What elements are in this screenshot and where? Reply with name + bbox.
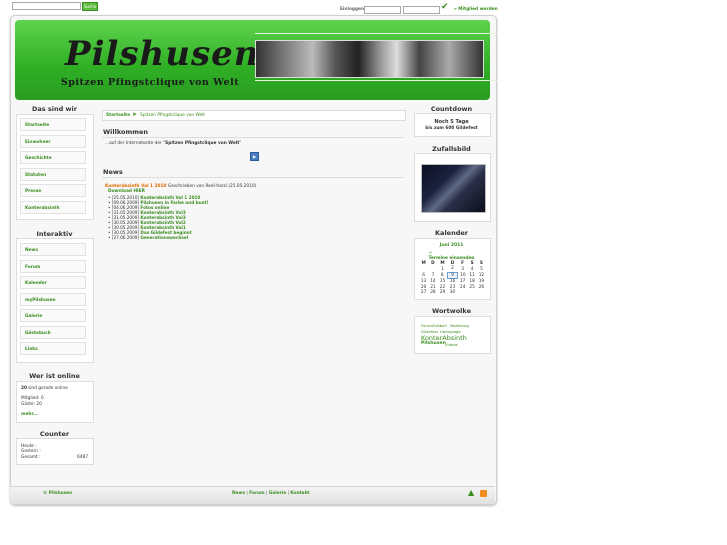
- register-link[interactable]: » Mitglied werden: [454, 7, 498, 12]
- tag-forum[interactable]: Forum: [421, 323, 433, 328]
- sidebar-item-statuten[interactable]: Statuten: [20, 167, 86, 181]
- footer-separator: |: [246, 491, 248, 496]
- login-label: Einloggen: [340, 7, 365, 12]
- countdown-target: bis zum 600 Gildefest: [425, 126, 478, 131]
- footer-copyright[interactable]: © Pilshusen: [43, 491, 72, 496]
- tag-fussball[interactable]: Fußball: [433, 323, 447, 328]
- counter-yesterday-label: Gestern :: [21, 449, 41, 454]
- calendar-day: [467, 290, 476, 296]
- calendar-day: [477, 290, 486, 296]
- breadcrumb-current: Spitzen Pfingstclique von Welt: [140, 113, 205, 118]
- footer-link-galerie[interactable]: Galerie: [269, 491, 286, 496]
- footer-separator: |: [266, 491, 268, 496]
- tag-pilshusen[interactable]: Pilshusen: [421, 341, 446, 346]
- breadcrumb-home[interactable]: Startseite: [106, 113, 130, 118]
- footer-links: News | Forum | Galerie | Kontakt: [232, 491, 310, 496]
- online-title: Wer ist online: [29, 372, 80, 380]
- sidebar-item-konterabsinth[interactable]: Konterabsinth: [20, 200, 86, 214]
- countdown-days: Noch 5 Tage: [434, 119, 469, 125]
- sidebar-item-kalender[interactable]: Kalender: [20, 276, 86, 289]
- tagcloud-title: Wortwolke: [432, 307, 471, 315]
- welcome-text-bold: Spitzen Pfingstclique von Welt: [165, 141, 240, 146]
- username-field[interactable]: [364, 6, 401, 14]
- footer-separator: |: [287, 491, 289, 496]
- news-download-link[interactable]: Download HIER: [108, 189, 145, 194]
- welcome-text-suffix: ": [239, 141, 242, 146]
- calendar-day[interactable]: 29: [438, 290, 448, 296]
- site-slogan: Spitzen Pfingstclique von Welt: [60, 77, 240, 88]
- login-check-icon[interactable]: ✔: [441, 2, 449, 12]
- calendar-day[interactable]: 27: [419, 290, 428, 296]
- sidebar-item-links[interactable]: Links: [20, 342, 86, 355]
- random-image[interactable]: [421, 164, 486, 213]
- calendar-day[interactable]: 28: [428, 290, 437, 296]
- site-header: Pilshusen Spitzen Pfingstclique von Welt: [15, 20, 497, 100]
- sidebar-item-presse[interactable]: Presse: [20, 184, 86, 197]
- sidebar-item-news[interactable]: News: [20, 243, 86, 256]
- welcome-text: ...auf der Internetseite der "Spitzen Pf…: [105, 141, 241, 146]
- scroll-top-icon[interactable]: ▲: [468, 489, 474, 497]
- header-line-top: [255, 33, 497, 34]
- online-text: sind gerade online: [28, 386, 68, 391]
- online-more-link[interactable]: mehr...: [21, 412, 38, 417]
- news-meta: Geschrieben von Redi-harzi (25.05.2010): [167, 184, 257, 189]
- calendar-day[interactable]: 30: [447, 290, 457, 296]
- footer-link-news[interactable]: News: [232, 491, 245, 496]
- header-line-bottom: [255, 80, 497, 81]
- welcome-image-icon[interactable]: ▶: [250, 152, 259, 161]
- online-guests: Gäste: 20: [21, 402, 42, 407]
- calendar-grid: M D M D F S S 1 2 3 4 5 6 7 8 9 10 11 12 13 14 15 16 17 18 19 20 21…: [419, 261, 486, 296]
- search-input[interactable]: [12, 2, 81, 10]
- sidebar-item-geschichte[interactable]: Geschichte: [20, 151, 86, 164]
- counter-total-label: Gesamt :: [21, 455, 41, 460]
- password-field[interactable]: [403, 6, 440, 14]
- tag-wolfsburg[interactable]: Wolfsburg: [450, 323, 469, 328]
- countdown-box: [414, 113, 491, 137]
- sidebar-item-startseite[interactable]: Startseite: [20, 118, 86, 131]
- welcome-divider: [102, 137, 404, 138]
- site-logo[interactable]: Pilshusen: [65, 34, 259, 74]
- news-title: News: [103, 168, 123, 176]
- news-divider: [102, 177, 404, 178]
- about-title: Das sind wir: [32, 105, 77, 113]
- random-image-title: Zufallsbild: [432, 145, 471, 153]
- welcome-text-prefix: ...auf der Internetseite der ": [105, 141, 166, 146]
- breadcrumb-arrow-icon: ➤: [132, 111, 138, 118]
- online-count: 20: [21, 386, 27, 391]
- sidebar-item-galerie[interactable]: Galerie: [20, 309, 86, 322]
- calendar-title: Kalender: [435, 229, 468, 237]
- news-list: • [25.05.2010] Konterabsinth Vol 1 2010 •…: [108, 195, 209, 240]
- news-item: • [27.06.2009] Generationswechsel: [108, 235, 189, 240]
- sidebar-item-forum[interactable]: Forum: [20, 259, 86, 273]
- sidebar-item-einwohner[interactable]: Einwohner: [20, 134, 86, 148]
- news-item-link[interactable]: Generationswechsel: [140, 235, 188, 240]
- tag-videos[interactable]: Videos: [445, 342, 458, 347]
- online-members: Mitglied: 0: [21, 396, 44, 401]
- interactive-title: Interaktiv: [36, 230, 73, 238]
- header-photo: [255, 40, 484, 78]
- search-button[interactable]: Suche: [82, 2, 98, 11]
- counter-total-value: 6487: [77, 455, 88, 460]
- welcome-title: Willkommen: [103, 128, 149, 136]
- counter-title: Counter: [39, 430, 70, 438]
- calendar-day: [458, 290, 468, 296]
- news-item-date: [27.06.2009]: [111, 235, 140, 240]
- rss-icon[interactable]: [480, 490, 487, 497]
- sidebar-item-gaestebuch[interactable]: Gästebuch: [20, 325, 86, 339]
- footer-link-forum[interactable]: Forum: [249, 491, 264, 496]
- sidebar-item-mypilshusen[interactable]: myPilshusen: [20, 292, 86, 306]
- calendar-month: Juni 2011: [439, 243, 464, 248]
- footer-link-kontakt[interactable]: Kontakt: [290, 491, 309, 496]
- countdown-title: Countdown: [430, 105, 473, 113]
